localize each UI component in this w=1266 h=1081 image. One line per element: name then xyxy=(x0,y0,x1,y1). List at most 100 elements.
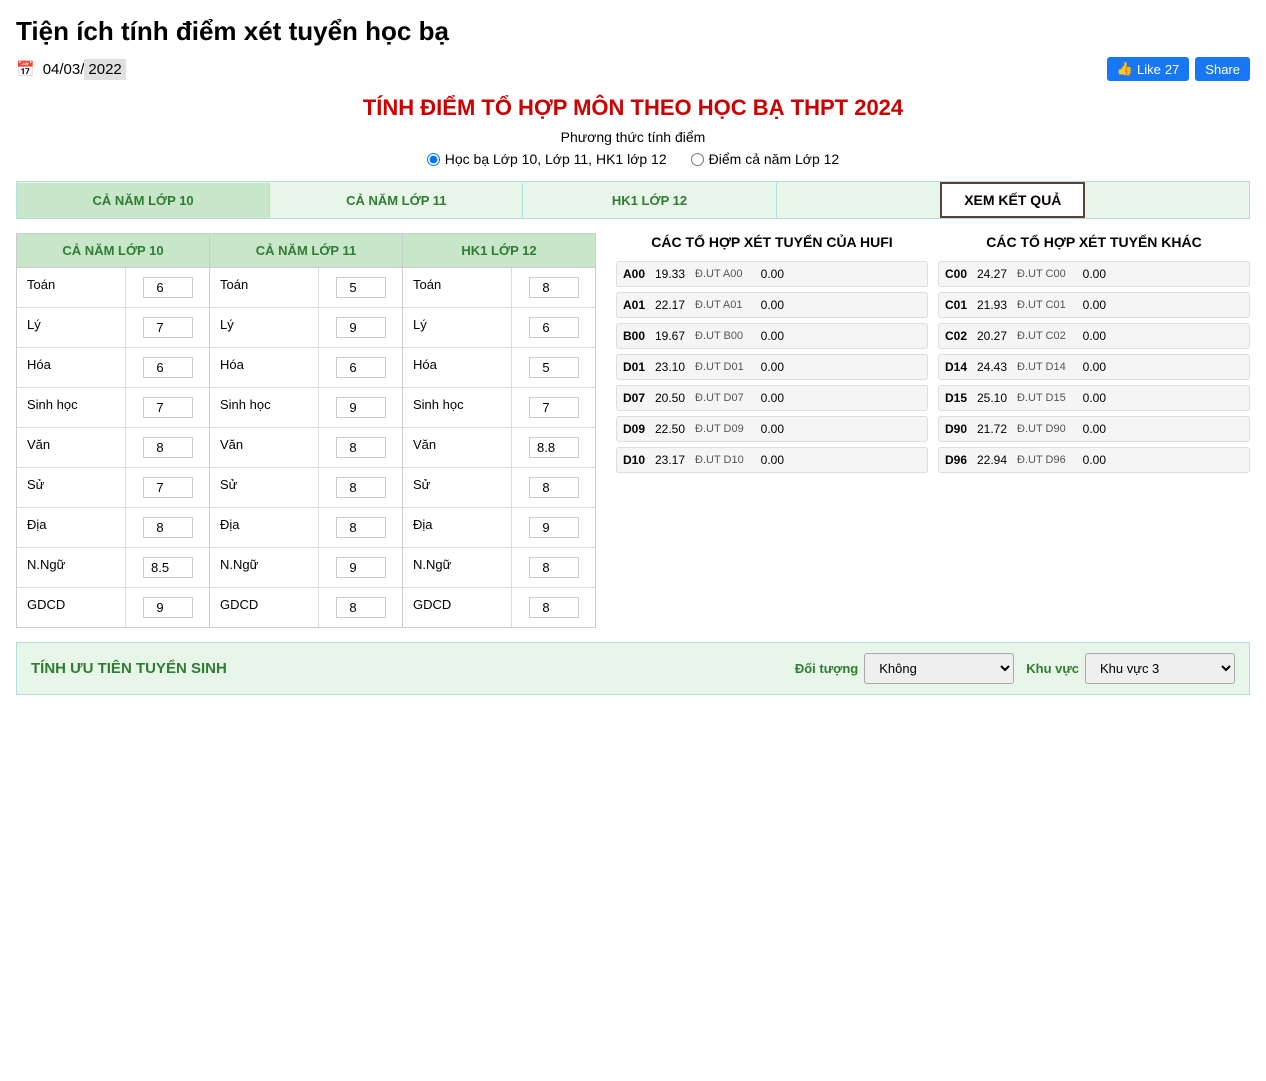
subject-name: Sử xyxy=(210,468,319,507)
subject-score[interactable] xyxy=(126,588,209,627)
subject-name: Lý xyxy=(17,308,126,347)
subject-score[interactable] xyxy=(512,308,595,347)
subject-score[interactable] xyxy=(126,468,209,507)
subject-score[interactable] xyxy=(512,508,595,547)
subject-score[interactable] xyxy=(512,588,595,627)
result-dut-val: 0.00 xyxy=(1076,298,1106,312)
table-row: Hóa xyxy=(210,348,402,388)
share-button[interactable]: Share xyxy=(1195,57,1250,81)
subject-score[interactable] xyxy=(126,308,209,347)
list-item: D14 24.43 Đ.UT D14 0.00 xyxy=(938,354,1250,380)
subject-name: Sinh học xyxy=(403,388,512,427)
subject-name: GDCD xyxy=(17,588,126,627)
tab-hk1lop12[interactable]: HK1 LỚP 12 xyxy=(523,183,776,218)
table-row: Sử xyxy=(210,468,402,508)
radio-option-1[interactable]: Học bạ Lớp 10, Lớp 11, HK1 lớp 12 xyxy=(427,151,667,167)
col-lop10-header: CẢ NĂM LỚP 10 xyxy=(17,234,209,268)
result-score: 25.10 xyxy=(977,391,1013,405)
doi-tuong-select[interactable]: Không Đối tượng 1 Đối tượng 2 xyxy=(864,653,1014,684)
subject-score[interactable] xyxy=(126,268,209,307)
radio-option-2[interactable]: Điểm cả năm Lớp 12 xyxy=(691,151,840,167)
result-code: D14 xyxy=(945,360,973,374)
result-code: A01 xyxy=(623,298,651,312)
bottom-bar: TÍNH ƯU TIÊN TUYỂN SINH Đối tượng Không … xyxy=(16,642,1250,695)
subject-score[interactable] xyxy=(319,468,402,507)
subject-name: Văn xyxy=(17,428,126,467)
result-dut-val: 0.00 xyxy=(754,360,784,374)
subject-score[interactable] xyxy=(512,348,595,387)
result-score: 19.33 xyxy=(655,267,691,281)
subject-score[interactable] xyxy=(512,468,595,507)
subject-score[interactable] xyxy=(512,548,595,587)
other-title: CÁC TỔ HỢP XÉT TUYỂN KHÁC xyxy=(938,233,1250,251)
page-title: Tiện ích tính điểm xét tuyển học bạ xyxy=(16,16,1250,47)
khu-vuc-select[interactable]: Khu vực 1 Khu vực 2 Khu vực 3 xyxy=(1085,653,1235,684)
table-row: Hóa xyxy=(403,348,595,388)
subject-score[interactable] xyxy=(319,508,402,547)
subject-score[interactable] xyxy=(319,548,402,587)
table-row: Toán xyxy=(17,268,209,308)
like-button[interactable]: 👍 Like 27 xyxy=(1107,57,1190,81)
content-area: CẢ NĂM LỚP 10 ToánLýHóaSinh họcVănSửĐịaN… xyxy=(16,233,1250,628)
radio-input-2[interactable] xyxy=(691,153,704,166)
result-dut-label: Đ.UT A00 xyxy=(695,268,750,280)
subject-name: Hóa xyxy=(403,348,512,387)
table-row: Địa xyxy=(403,508,595,548)
radio-input-1[interactable] xyxy=(427,153,440,166)
radio-label-2: Điểm cả năm Lớp 12 xyxy=(709,151,840,167)
table-row: Sinh học xyxy=(403,388,595,428)
subject-score[interactable] xyxy=(512,268,595,307)
subject-name: GDCD xyxy=(210,588,319,627)
subject-name: N.Ngữ xyxy=(210,548,319,587)
subject-score[interactable] xyxy=(126,388,209,427)
subject-name: Toán xyxy=(17,268,126,307)
result-score: 24.43 xyxy=(977,360,1013,374)
table-row: GDCD xyxy=(17,588,209,627)
khu-vuc-group: Khu vực Khu vực 1 Khu vực 2 Khu vực 3 xyxy=(1026,653,1235,684)
subject-score[interactable] xyxy=(126,348,209,387)
subject-score[interactable] xyxy=(512,388,595,427)
subject-score[interactable] xyxy=(319,308,402,347)
result-score: 21.72 xyxy=(977,422,1013,436)
table-row: Văn xyxy=(403,428,595,468)
subject-score[interactable] xyxy=(126,508,209,547)
subject-name: Lý xyxy=(403,308,512,347)
subject-score[interactable] xyxy=(319,388,402,427)
result-score: 20.27 xyxy=(977,329,1013,343)
subject-score[interactable] xyxy=(319,348,402,387)
subject-name: Hóa xyxy=(210,348,319,387)
subject-score[interactable] xyxy=(319,588,402,627)
result-dut-label: Đ.UT D09 xyxy=(695,423,750,435)
subject-name: Sử xyxy=(17,468,126,507)
calendar-icon: 📅 xyxy=(16,60,35,78)
result-code: C01 xyxy=(945,298,973,312)
list-item: D90 21.72 Đ.UT D90 0.00 xyxy=(938,416,1250,442)
subject-score[interactable] xyxy=(319,268,402,307)
result-score: 22.94 xyxy=(977,453,1013,467)
tab-lop11[interactable]: CẢ NĂM LỚP 11 xyxy=(270,183,523,218)
subject-name: Sinh học xyxy=(17,388,126,427)
subject-score[interactable] xyxy=(512,428,595,467)
list-item: D10 23.17 Đ.UT D10 0.00 xyxy=(616,447,928,473)
subject-score[interactable] xyxy=(126,548,209,587)
result-dut-val: 0.00 xyxy=(1076,360,1106,374)
table-row: Sinh học xyxy=(210,388,402,428)
result-dut-label: Đ.UT A01 xyxy=(695,299,750,311)
result-dut-label: Đ.UT C02 xyxy=(1017,330,1072,342)
result-code: D90 xyxy=(945,422,973,436)
result-dut-val: 0.00 xyxy=(754,422,784,436)
subject-score[interactable] xyxy=(126,428,209,467)
result-score: 22.50 xyxy=(655,422,691,436)
result-score: 22.17 xyxy=(655,298,691,312)
hufi-results-col: A00 19.33 Đ.UT A00 0.00 A01 22.17 Đ.UT A… xyxy=(616,261,928,473)
table-row: N.Ngữ xyxy=(17,548,209,588)
subject-name: Văn xyxy=(210,428,319,467)
result-dut-label: Đ.UT D96 xyxy=(1017,454,1072,466)
subject-score[interactable] xyxy=(319,428,402,467)
result-dut-val: 0.00 xyxy=(1076,453,1106,467)
list-item: D09 22.50 Đ.UT D09 0.00 xyxy=(616,416,928,442)
date-display: 04/03/2022 xyxy=(43,61,126,78)
table-row: Văn xyxy=(17,428,209,468)
xem-ket-qua-button[interactable]: XEM KẾT QUẢ xyxy=(940,182,1085,218)
tab-lop10[interactable]: CẢ NĂM LỚP 10 xyxy=(17,183,270,218)
